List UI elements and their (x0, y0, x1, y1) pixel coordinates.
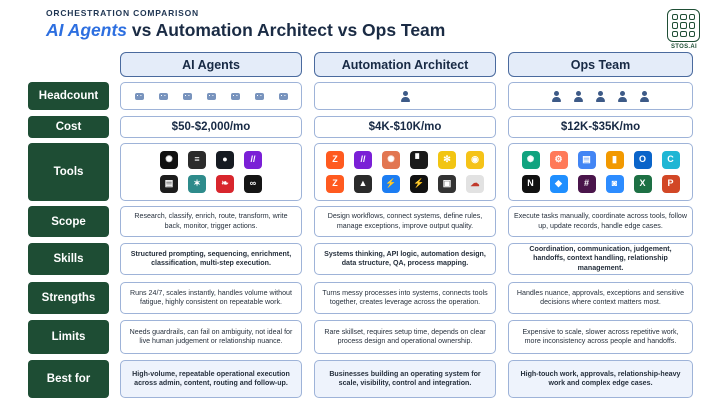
bolt-icon: ⚡ (382, 175, 400, 193)
skills-ai-agents: Structured prompting, sequencing, enrich… (120, 243, 302, 275)
row-label-tools: Tools (28, 143, 109, 201)
strengths-automation-architect: Turns messy processes into systems, conn… (314, 282, 496, 314)
title-rest: vs Automation Architect vs Ops Team (127, 20, 446, 40)
hubspot-icon: ⚙ (549, 151, 568, 169)
zoom-icon: ◙ (605, 175, 624, 193)
analytics-icon: ▮ (605, 151, 624, 169)
person-icon (574, 90, 583, 102)
robot-icon (278, 91, 289, 102)
skills-automation-architect: Systems thinking, API logic, automation … (314, 243, 496, 275)
row-label-skills: Skills (28, 243, 109, 275)
scope-automation-architect: Design workflows, connect systems, defin… (314, 206, 496, 237)
bolt-alt-icon: ⚡ (410, 175, 428, 193)
agent-icon: ✶ (188, 175, 206, 193)
row-label-headcount: Headcount (28, 82, 109, 110)
robot-icons (134, 91, 289, 102)
make-icon: // (244, 151, 262, 169)
excel-icon: X (633, 175, 652, 193)
headcount-ai-agents (120, 82, 302, 110)
person-icon (400, 90, 410, 102)
person-icons (400, 90, 410, 102)
limits-ai-agents: Needs guardrails, can fail on ambiguity,… (120, 320, 302, 354)
robot-icon (230, 91, 241, 102)
airtable-icon: ◆ (549, 175, 568, 193)
loop-icon: ∞ (244, 175, 262, 193)
slack-icon: # (577, 175, 596, 193)
tools-automation-architect: Z // ✺ ▘ ✻ ◉ Z ▲ ⚡ ⚡ ▣ ☁ (314, 143, 496, 201)
github-icon: ● (216, 151, 234, 169)
column-header-automation-architect: Automation Architect (314, 52, 496, 77)
claude-icon: ✺ (382, 151, 400, 169)
openai-icon: ✺ (160, 151, 178, 169)
airtable-icon: ◉ (466, 151, 484, 169)
strengths-ai-agents: Runs 24/7, scales instantly, handles vol… (120, 282, 302, 314)
eyebrow-label: ORCHESTRATION COMPARISON (46, 8, 199, 18)
cost-ops-team: $12K-$35K/mo (508, 116, 693, 138)
limits-ops-team: Expensive to scale, slower across repeti… (508, 320, 693, 354)
cloud-icon: ☁ (466, 175, 484, 193)
scope-ops-team: Execute tasks manually, coordinate acros… (508, 206, 693, 237)
tally-icon: ▲ (354, 175, 372, 193)
best-for-ops-team: High-touch work, approvals, relationship… (508, 360, 693, 398)
person-icons (552, 90, 649, 102)
headcount-automation-architect (314, 82, 496, 110)
notion-icon: N (521, 175, 540, 193)
canva-icon: C (661, 151, 680, 169)
spark-icon: ✻ (438, 151, 456, 169)
claude-code-icon: ▤ (160, 175, 178, 193)
tools-ai-agents: ✺ ≡ ● // ▤ ✶ ❧ ∞ (120, 143, 302, 201)
docs-icon: ▤ (577, 151, 596, 169)
best-for-ai-agents: High-volume, repeatable operational exec… (120, 360, 302, 398)
person-icon (552, 90, 561, 102)
row-label-limits: Limits (28, 320, 109, 354)
strengths-ops-team: Handles nuance, approvals, exceptions an… (508, 282, 693, 314)
notion-box-icon: ▣ (438, 175, 456, 193)
outlook-icon: O (633, 151, 652, 169)
robot-icon (206, 91, 217, 102)
robot-icon (254, 91, 265, 102)
best-for-automation-architect: Businesses building an operating system … (314, 360, 496, 398)
row-label-scope: Scope (28, 206, 109, 237)
n8n-icon: ❧ (216, 175, 234, 193)
robot-icon (158, 91, 169, 102)
perplexity-icon: ≡ (188, 151, 206, 169)
row-label-cost: Cost (28, 116, 109, 138)
powerpoint-icon: P (661, 175, 680, 193)
row-label-best-for: Best for (28, 360, 109, 398)
title-accent: AI Agents (46, 20, 128, 40)
brand-logo-icon (667, 9, 700, 42)
skills-ops-team: Coordination, communication, judgement, … (508, 243, 693, 275)
cost-ai-agents: $50-$2,000/mo (120, 116, 302, 138)
person-icon (640, 90, 649, 102)
page-title: AI Agents vs Automation Architect vs Ops… (46, 20, 445, 41)
robot-icon (134, 91, 145, 102)
openai-icon: ✺ (521, 151, 540, 169)
tools-ops-team: ✺ ⚙ ▤ ▮ O C N ◆ # ◙ X P (508, 143, 693, 201)
limits-automation-architect: Rare skillset, requires setup time, depe… (314, 320, 496, 354)
column-header-ai-agents: AI Agents (120, 52, 302, 77)
person-icon (618, 90, 627, 102)
person-icon (596, 90, 605, 102)
brand-logo-text: STOS.AI (671, 44, 697, 50)
column-header-ops-team: Ops Team (508, 52, 693, 77)
scope-ai-agents: Research, classify, enrich, route, trans… (120, 206, 302, 237)
headcount-ops-team (508, 82, 693, 110)
row-label-strengths: Strengths (28, 282, 109, 314)
zapier-icon: Z (326, 151, 344, 169)
robot-icon (182, 91, 193, 102)
make-icon: // (354, 151, 372, 169)
zapier-alt-icon: Z (326, 175, 344, 193)
cost-automation-architect: $4K-$10K/mo (314, 116, 496, 138)
clay-icon: ▘ (410, 151, 428, 169)
